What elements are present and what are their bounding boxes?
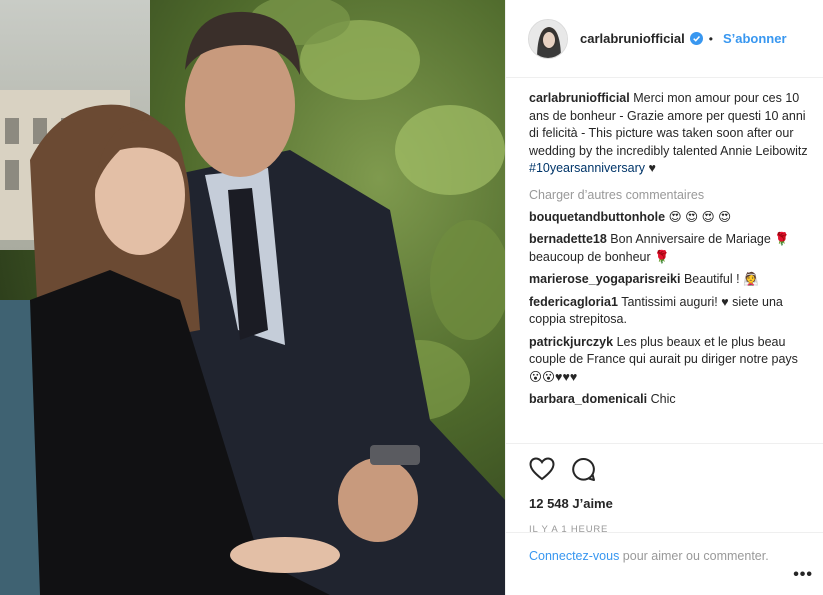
comment-username[interactable]: bernadette18 (529, 232, 607, 246)
comments-list[interactable]: carlabruniofficial Merci mon amour pour … (506, 90, 823, 442)
post-header: carlabruniofficial • S’abonner (506, 0, 823, 78)
post-caption: carlabruniofficial Merci mon amour pour … (529, 90, 808, 178)
caption-hashtag[interactable]: #10yearsanniversary (529, 161, 645, 175)
comment-item: barbara_domenicali Chic (529, 391, 808, 409)
comment-item: patrickjurczyk Les plus beaux et le plus… (529, 334, 808, 387)
comment-item: bernadette18 Bon Anniversaire de Mariage… (529, 231, 808, 266)
comment-icon[interactable] (571, 457, 596, 482)
like-count[interactable]: 12 548 J’aime (529, 496, 808, 511)
caption-heart: ♥ (648, 161, 656, 175)
comment-username[interactable]: federicagloria1 (529, 295, 618, 309)
comment-username[interactable]: barbara_domenicali (529, 392, 647, 406)
follow-button[interactable]: S’abonner (723, 31, 787, 46)
post-actions: 12 548 J’aime IL Y A 1 HEURE (506, 443, 823, 535)
instagram-post-window: carlabruniofficial • S’abonner carlabrun… (0, 0, 823, 595)
verified-badge-icon (689, 32, 703, 45)
load-more-comments[interactable]: Charger d’autres commentaires (529, 188, 808, 202)
avatar-image (529, 19, 567, 58)
comment-item: federicagloria1 Tantissimi auguri! ♥ sie… (529, 294, 808, 329)
comment-text: 😍 😍 😍 😍 (668, 209, 732, 224)
comment-username[interactable]: bouquetandbuttonhole (529, 210, 665, 224)
comment-item: marierose_yogaparisreiki Beautiful ! 👰 (529, 271, 808, 289)
caption-username[interactable]: carlabruniofficial (529, 91, 630, 105)
comment-item: bouquetandbuttonhole 😍 😍 😍 😍 (529, 209, 808, 227)
comment-text: Beautiful ! 👰 (683, 272, 759, 286)
separator-dot: • (708, 31, 713, 46)
action-icons (529, 454, 808, 484)
heart-icon[interactable] (529, 457, 555, 481)
login-link[interactable]: Connectez-vous (529, 549, 619, 563)
post-photo[interactable] (0, 0, 505, 595)
avatar[interactable] (528, 18, 568, 59)
comment-username[interactable]: marierose_yogaparisreiki (529, 272, 680, 286)
comment-username[interactable]: patrickjurczyk (529, 335, 613, 349)
login-prompt: Connectez-vous pour aimer ou commenter. (506, 532, 823, 565)
post-sidebar: carlabruniofficial • S’abonner carlabrun… (505, 0, 823, 595)
more-options-button[interactable]: ••• (793, 566, 813, 584)
login-text: pour aimer ou commenter. (619, 549, 769, 563)
post-image (0, 0, 505, 595)
comment-text: Chic (650, 392, 676, 406)
post-username[interactable]: carlabruniofficial (580, 31, 685, 46)
